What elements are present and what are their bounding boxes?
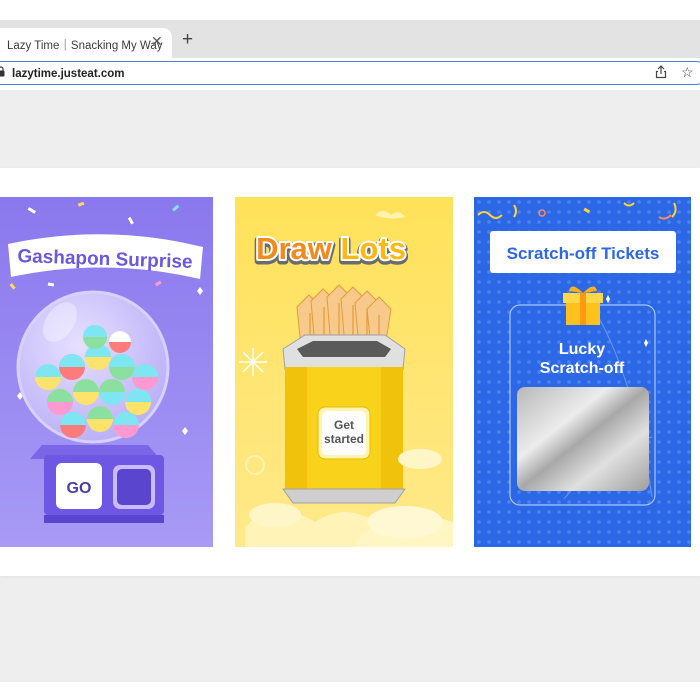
- close-icon[interactable]: ✕: [151, 33, 163, 50]
- url-text[interactable]: lazytime.justeat.com: [12, 68, 124, 80]
- tab-strip: Lazy Time｜Snacking My Way ✕ +: [0, 20, 700, 58]
- get-started-label-line1: Get: [334, 418, 354, 432]
- window-bottom-margin: [0, 682, 700, 700]
- window-top-margin: [0, 0, 700, 20]
- scratch-off-title: Scratch-off Tickets: [507, 244, 660, 263]
- bookmark-star-icon[interactable]: ☆: [681, 64, 694, 81]
- get-started-label-line2: started: [324, 432, 364, 446]
- scratch-area[interactable]: [517, 387, 649, 491]
- tab-title: Lazy Time｜Snacking My Way: [7, 40, 163, 52]
- draw-lots-card[interactable]: Draw Lots Draw Lots Draw Lots Get starte…: [235, 197, 453, 547]
- scratch-off-card[interactable]: Scratch-off Tickets Lucky Scratch-off: [474, 197, 691, 547]
- share-icon[interactable]: [655, 65, 667, 79]
- draw-lots-illustration: Draw Lots Draw Lots Draw Lots Get starte…: [235, 197, 453, 547]
- lucky-label: Lucky: [559, 341, 605, 358]
- scratch-off-label: Scratch-off: [540, 360, 625, 377]
- scratch-off-illustration: Scratch-off Tickets Lucky Scratch-off: [474, 197, 691, 547]
- new-tab-icon[interactable]: +: [182, 30, 193, 50]
- go-button-label: GO: [67, 480, 92, 497]
- gashapon-illustration: Gashapon Surprise GO: [0, 197, 213, 547]
- gashapon-card[interactable]: Gashapon Surprise GO: [0, 197, 213, 547]
- draw-lots-title: Draw Lots: [256, 231, 406, 266]
- browser-tab[interactable]: Lazy Time｜Snacking My Way ✕: [0, 28, 172, 58]
- lock-icon: [0, 66, 5, 77]
